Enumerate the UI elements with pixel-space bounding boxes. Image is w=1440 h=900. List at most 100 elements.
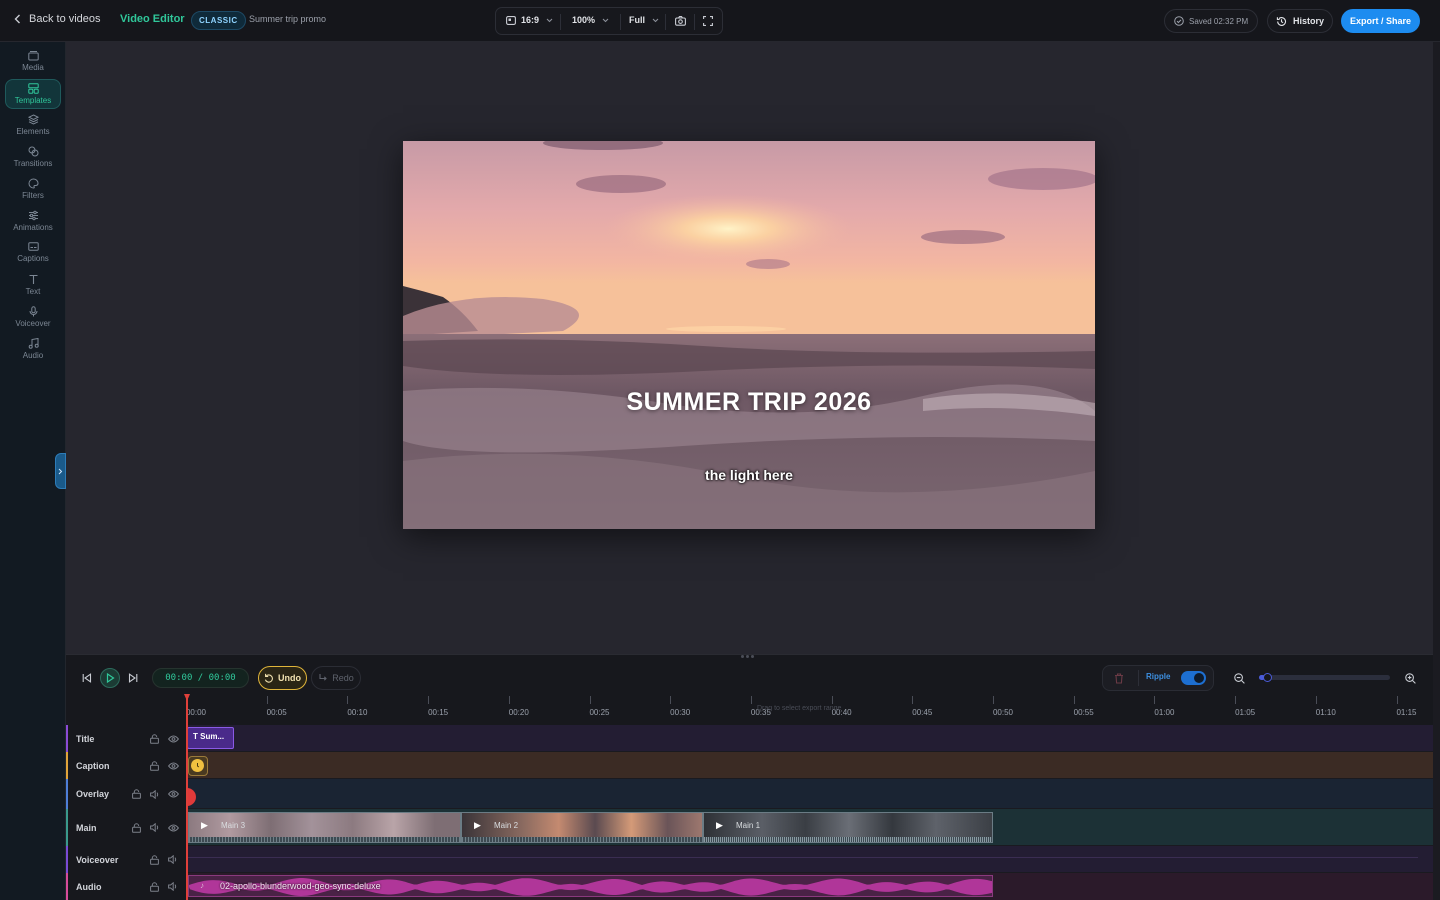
eye-icon[interactable] [168,735,179,743]
divider [694,14,695,30]
sidebar-item-filters[interactable]: Filters [5,174,61,204]
ripple-toggle[interactable] [1181,671,1206,685]
undo-label: Undo [278,673,301,683]
sidebar-item-transitions[interactable]: Transitions [5,142,61,172]
fullscreen-button[interactable] [703,16,713,26]
redo-button[interactable]: Redo [311,666,361,690]
volume-icon[interactable] [168,855,178,864]
ruler-tick-label: 00:10 [347,708,368,717]
track-label-title: Title [66,725,186,752]
ruler-tick [912,696,914,704]
video-preview[interactable]: SUMMER TRIP 2026 the light here [403,141,1095,529]
chevron-left-icon [14,14,21,24]
divider [1138,670,1139,686]
aspect-ratio-icon [506,15,516,25]
sidebar-item-media[interactable]: Media [5,46,61,76]
sidebar-collapse-handle[interactable] [55,453,66,489]
music-note-icon: ♪ [200,881,204,890]
ruler-tick-label: 00:15 [428,708,449,717]
snapshot-button[interactable] [675,16,686,26]
lock-icon[interactable] [132,789,141,799]
undo-icon [264,673,274,683]
sidebar-item-audio[interactable]: Audio [5,334,61,364]
sidebar-item-label: Elements [16,127,50,136]
delete-clip-button[interactable] [1109,669,1129,687]
sidebar-item-label: Voiceover [15,319,51,328]
lock-icon[interactable] [150,854,159,865]
lock-icon[interactable] [150,881,159,892]
volume-icon[interactable] [168,882,178,891]
sidebar-item-text[interactable]: Text [5,270,61,300]
overlay-track-lane[interactable] [186,779,1433,809]
undo-button[interactable]: Undo [258,666,307,690]
export-share-button[interactable]: Export / Share [1341,9,1421,33]
zoom-out-button[interactable] [1229,668,1249,688]
chevron-down-icon [602,18,609,23]
trash-icon [1114,672,1124,684]
clip-label: Main 3 [221,821,246,830]
saved-status-text: Saved 02:32 PM [1189,16,1249,26]
track-name: Caption [76,760,110,771]
sidebar-item-voiceover[interactable]: Voiceover [5,302,61,332]
volume-icon[interactable] [150,823,160,832]
captions-icon [27,242,39,251]
eye-icon[interactable] [168,790,179,798]
track-label-overlay: Overlay [66,779,186,809]
zoom-in-button[interactable] [1400,668,1420,688]
fullscreen-icon [703,16,713,26]
sidebar-item-templates[interactable]: Templates [5,79,61,109]
zoom-select[interactable]: 100% [572,15,609,25]
sidebar-item-label: Transitions [13,159,53,168]
caption-clip[interactable] [188,756,208,776]
main-clip[interactable]: ▶ Main 3 [188,812,461,843]
ruler-tick [1235,696,1237,704]
text-icon [29,274,37,284]
caption-track-lane[interactable] [186,752,1433,779]
sidebar-item-captions[interactable]: Captions [5,237,61,267]
volume-icon[interactable] [150,789,160,799]
zoom-out-icon [1233,672,1245,684]
divider [620,14,621,30]
sidebar-item-elements[interactable]: Elements [5,110,61,140]
project-name[interactable]: Summer trip promo [249,14,326,24]
lock-icon[interactable] [150,760,159,771]
play-button[interactable] [100,668,120,688]
playhead[interactable] [186,696,188,900]
title-clip[interactable]: T Sum... [187,727,234,749]
timeline-zoom-slider[interactable] [1259,673,1390,682]
aspect-ratio-select[interactable]: 16:9 [506,15,553,25]
eye-icon[interactable] [168,762,179,770]
ruler-tick-label: 00:50 [992,708,1014,717]
sidebar-item-label: Text [25,287,41,296]
export-range-hint: Drag to select export range [757,705,842,712]
resize-handle[interactable] [741,655,757,658]
quality-select[interactable]: Full [629,15,659,25]
chevron-down-icon [652,18,659,23]
track-name: Overlay [76,789,110,799]
title-overlay-text[interactable]: SUMMER TRIP 2026 [403,388,1095,417]
back-to-videos-link[interactable]: Back to videos [14,13,101,25]
voiceover-track-lane[interactable] [186,846,1433,873]
skip-back-button[interactable] [77,668,97,688]
track-name: Voiceover [76,854,119,865]
main-clip[interactable]: ▶ Main 1 [703,812,993,843]
eye-icon[interactable] [168,824,179,832]
sidebar-item-label: Captions [17,254,49,263]
ruler-tick-label: 00:25 [589,708,610,717]
sidebar-item-animations[interactable]: Animations [5,206,61,236]
title-track-lane[interactable] [186,725,1433,752]
ruler-tick-label: 00:05 [266,708,287,717]
clip-label: Main 2 [494,821,519,830]
clip-label: Main 1 [736,821,761,830]
lock-icon[interactable] [150,733,159,744]
transitions-icon [28,146,38,157]
skip-forward-button[interactable] [123,668,143,688]
audio-clip[interactable]: ♪ 02-apollo-blunderwood-geo-sync-deluxe [188,875,993,897]
main-clip[interactable]: ▶ Main 2 [461,812,703,843]
history-button[interactable]: History [1267,9,1334,33]
lock-icon[interactable] [132,822,141,833]
ruler-tick-label: 00:55 [1073,708,1094,717]
play-icon: ▶ [201,820,208,830]
view-controls: 16:9 100% Full [495,7,723,35]
caption-overlay-text[interactable]: the light here [403,467,1095,483]
